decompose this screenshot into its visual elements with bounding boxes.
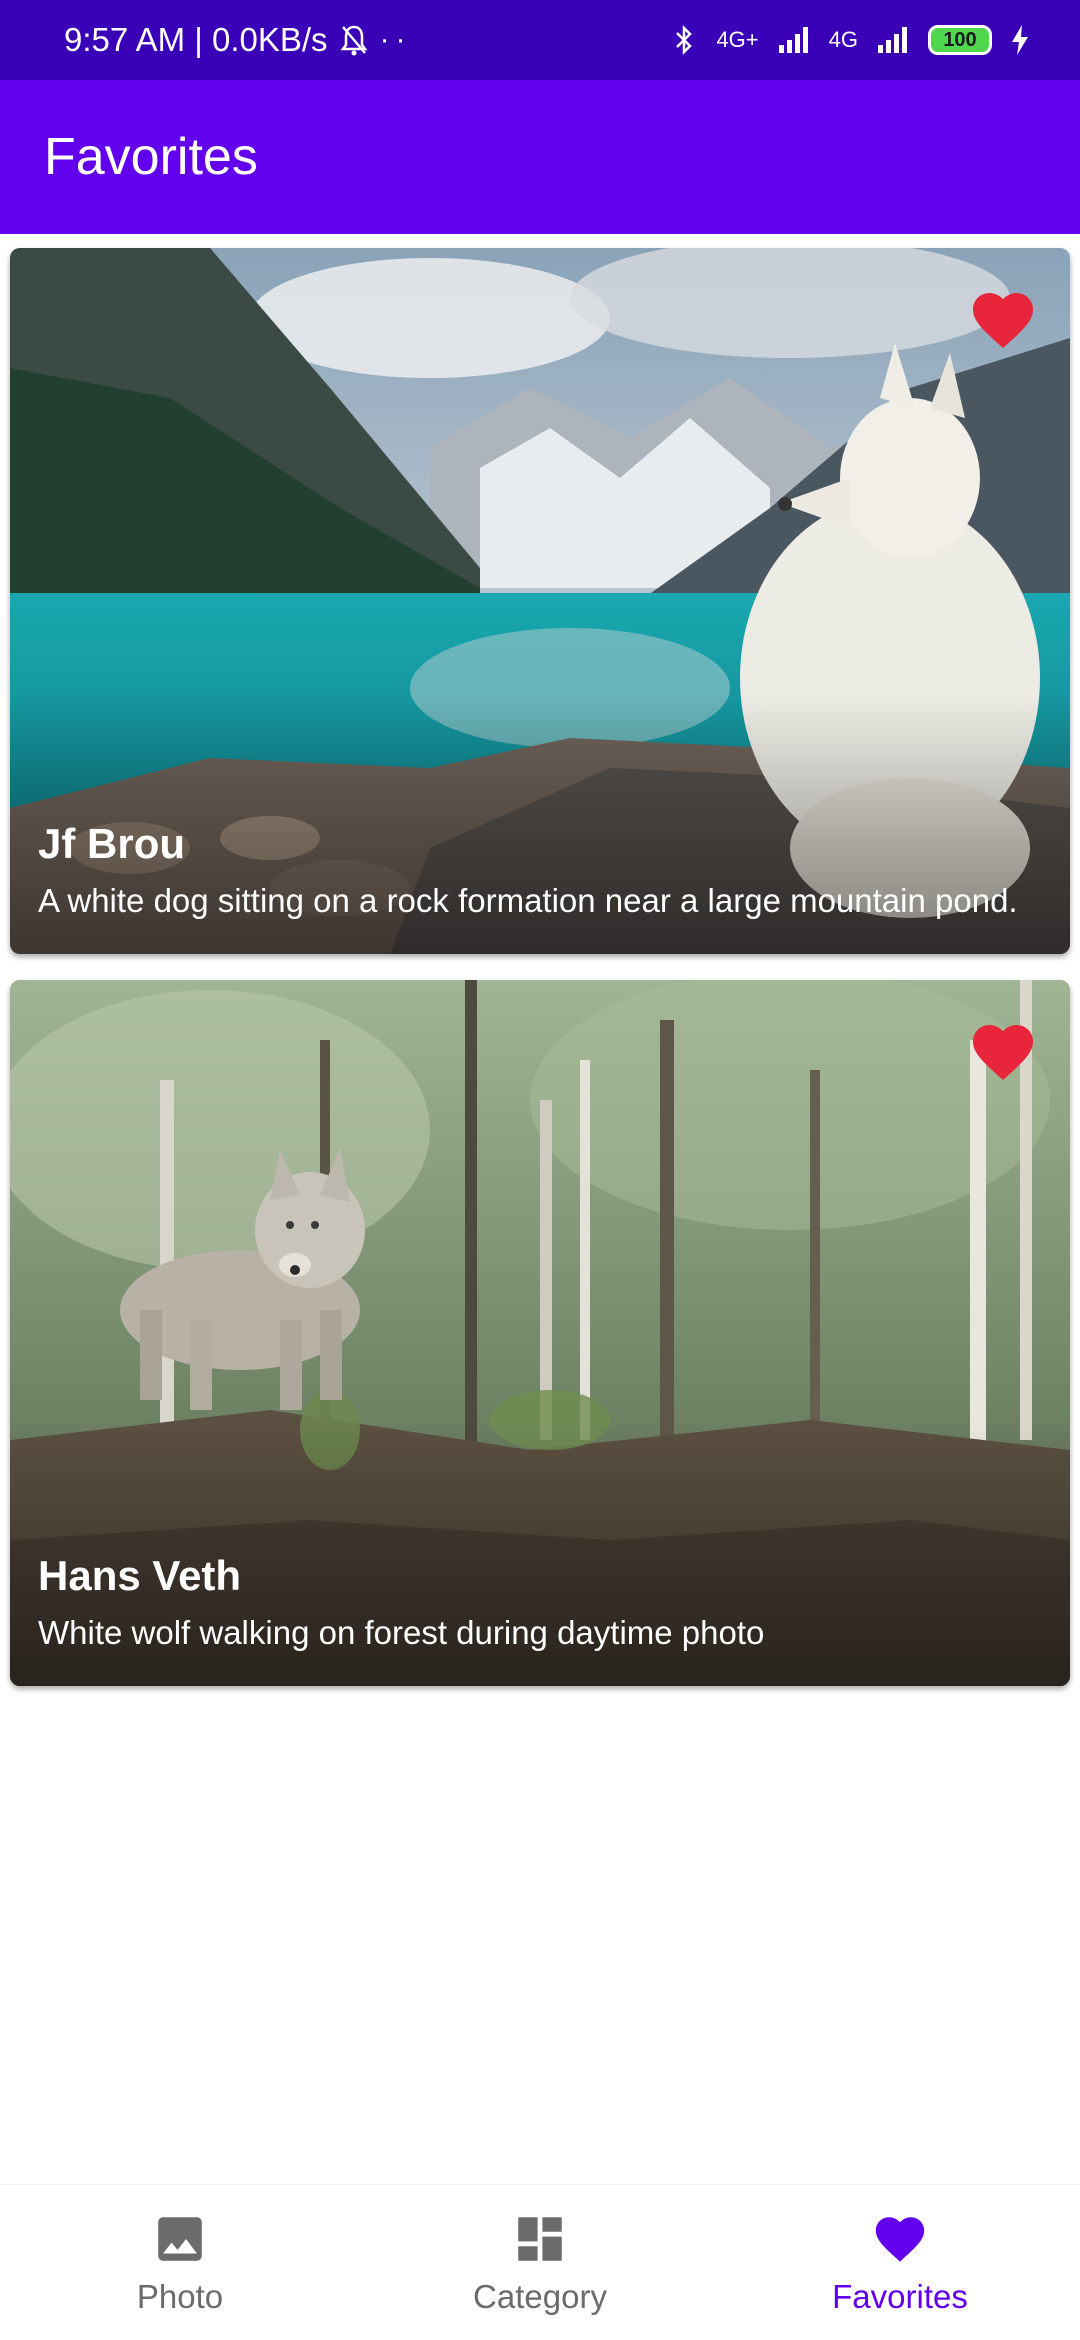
battery-indicator: 100: [928, 25, 992, 55]
heart-icon: [875, 2216, 925, 2262]
signal-icon-2: [878, 27, 907, 53]
card-description: A white dog sitting on a rock formation …: [38, 882, 1018, 919]
nav-label-favorites: Favorites: [832, 2277, 968, 2315]
card-caption: Jf Brou A white dog sitting on a rock fo…: [38, 820, 1042, 922]
nav-label-category: Category: [473, 2277, 607, 2315]
status-more-dots: ··: [379, 23, 412, 56]
favorites-screen: 9:57 AM | 0.0KB/s ·· 4G+ 4G 100 Favorite…: [0, 0, 1080, 2340]
bottom-navigation: Photo Category Favorites: [0, 2184, 1080, 2340]
nav-item-category[interactable]: Category: [410, 2210, 670, 2316]
signal-icon-1: [778, 27, 808, 53]
muted-bell-icon: [340, 25, 368, 56]
app-bar: Favorites: [0, 80, 1080, 234]
network-label-1: 4G+: [716, 27, 759, 52]
nav-item-favorites[interactable]: Favorites: [770, 2210, 1030, 2316]
card-author: Jf Brou: [38, 820, 185, 867]
status-left: 9:57 AM | 0.0KB/s ··: [64, 21, 412, 59]
bluetooth-icon: [676, 24, 693, 56]
favorite-heart-icon[interactable]: [966, 284, 1040, 350]
dashboard-icon: [518, 2216, 562, 2261]
nav-label-photo: Photo: [136, 2277, 224, 2315]
card-author: Hans Veth: [38, 1552, 242, 1599]
photo-card[interactable]: Hans Veth White wolf walking on forest d…: [10, 980, 1070, 1686]
nav-item-photo[interactable]: Photo: [50, 2210, 310, 2316]
photo-card[interactable]: Jf Brou A white dog sitting on a rock fo…: [10, 248, 1070, 954]
network-label-2: 4G: [828, 27, 858, 52]
page-title: Favorites: [44, 128, 258, 186]
status-right: 4G+ 4G 100: [670, 23, 1030, 57]
card-description: White wolf walking on forest during dayt…: [38, 1614, 765, 1651]
image-icon: [158, 2216, 202, 2261]
status-bar: 9:57 AM | 0.0KB/s ·· 4G+ 4G 100: [0, 0, 1080, 80]
favorite-heart-icon[interactable]: [966, 1016, 1040, 1082]
status-time: 9:57 AM | 0.0KB/s: [64, 21, 328, 58]
charging-bolt-icon: [1012, 25, 1028, 55]
card-caption: Hans Veth White wolf walking on forest d…: [38, 1552, 1042, 1654]
